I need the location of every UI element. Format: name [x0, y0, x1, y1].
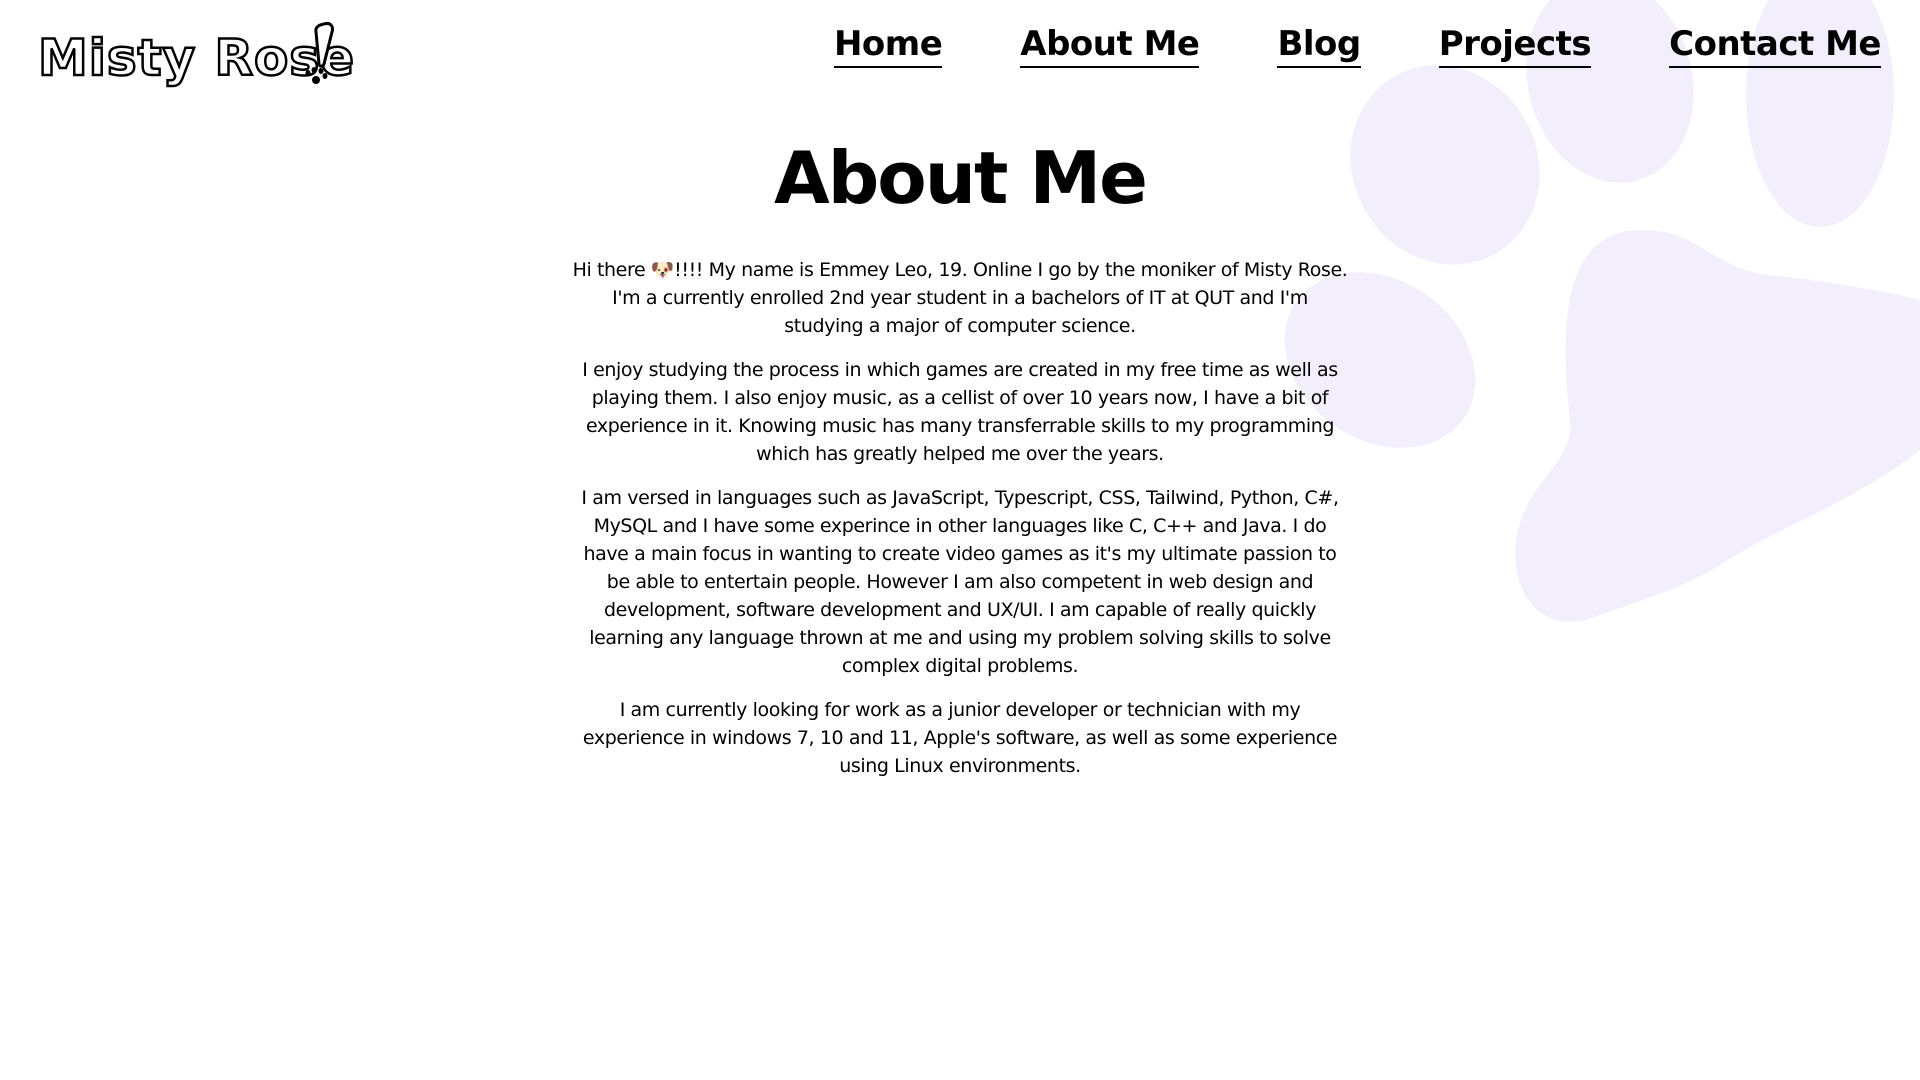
dog-face-icon: 🐶 [650, 259, 675, 281]
site-header: Misty Rose Home About Me Blog Projects C… [0, 0, 1920, 110]
page-title: About Me [774, 136, 1148, 220]
nav-projects-link[interactable]: Projects [1438, 22, 1592, 68]
site-logo[interactable]: Misty Rose [37, 20, 355, 92]
about-text: Hi there 🐶!!!! My name is Emmey Leo, 19.… [570, 256, 1350, 780]
exclamation-paw-icon [305, 22, 334, 84]
intro-text-end: !!!! My name is Emmey Leo, 19. Online I … [612, 259, 1348, 337]
main-nav: Home About Me Blog Projects Contact Me [833, 22, 1881, 68]
main-content: About Me Hi there 🐶!!!! My name is Emmey… [0, 110, 1920, 796]
about-paragraph-work: I am currently looking for work as a jun… [582, 699, 1338, 777]
intro-text-start: Hi there [572, 259, 651, 281]
nav-contact-link[interactable]: Contact Me [1669, 22, 1881, 68]
nav-home-link[interactable]: Home [833, 22, 943, 68]
about-paragraph-intro: Hi there 🐶!!!! My name is Emmey Leo, 19.… [570, 256, 1350, 340]
nav-blog-link[interactable]: Blog [1277, 22, 1361, 68]
about-paragraph-skills: I am versed in languages such as JavaScr… [581, 487, 1339, 677]
nav-about-link[interactable]: About Me [1020, 22, 1200, 68]
about-paragraph-hobbies: I enjoy studying the process in which ga… [582, 359, 1338, 465]
